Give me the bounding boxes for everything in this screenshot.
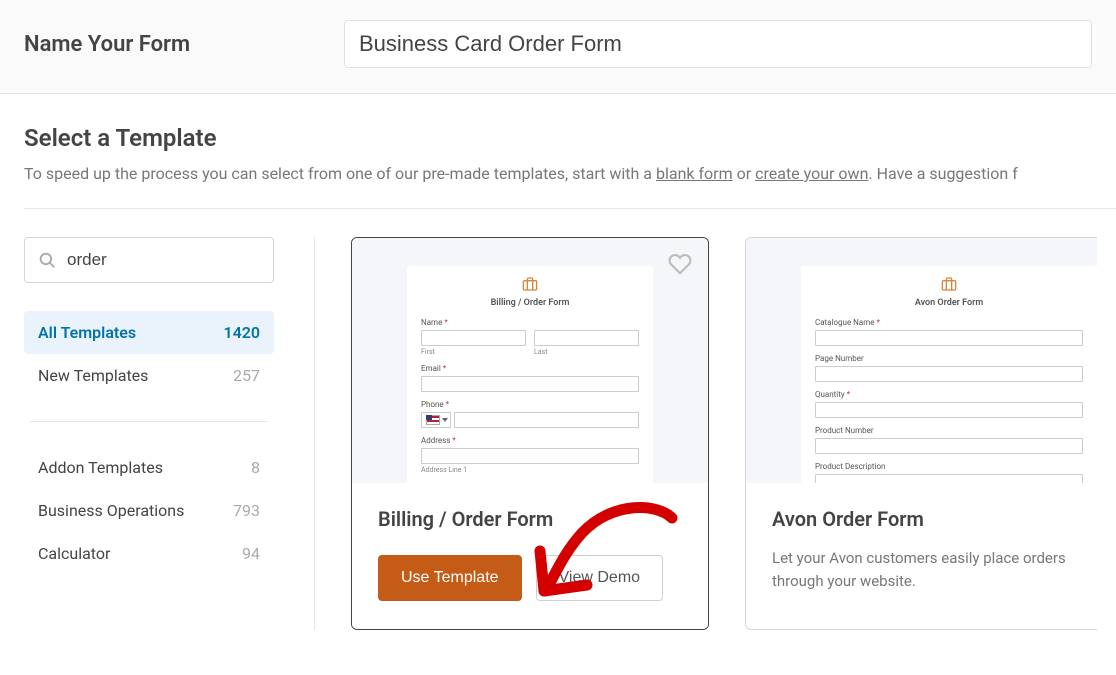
section-subtitle: To speed up the process you can select f… — [24, 164, 1116, 183]
search-icon — [38, 251, 56, 269]
card-preview: Billing / Order Form Name * First Last E… — [352, 238, 708, 483]
briefcase-icon — [522, 276, 538, 292]
category-divider — [30, 421, 268, 422]
category-count: 793 — [233, 501, 260, 520]
template-search-input[interactable] — [24, 237, 274, 283]
category-label: Addon Templates — [38, 458, 163, 477]
category-count: 257 — [233, 366, 260, 385]
category-new-templates[interactable]: New Templates 257 — [24, 354, 274, 397]
category-label: All Templates — [38, 323, 136, 342]
card-preview: Avon Order Form Catalogue Name * Page Nu… — [746, 238, 1097, 483]
template-grid: Billing / Order Form Name * First Last E… — [314, 237, 1116, 630]
create-own-link[interactable]: create your own — [755, 164, 868, 183]
sidebar: All Templates 1420 New Templates 257 Add… — [24, 237, 314, 630]
divider — [24, 208, 1116, 209]
form-name-label: Name Your Form — [24, 32, 344, 57]
card-description: Let your Avon customers easily place ord… — [772, 547, 1071, 592]
category-count: 94 — [242, 544, 260, 563]
category-count: 1420 — [223, 323, 260, 342]
category-label: Business Operations — [38, 501, 184, 520]
briefcase-icon — [941, 276, 957, 292]
view-demo-button[interactable]: View Demo — [536, 555, 664, 601]
header-bar: Name Your Form — [0, 0, 1116, 94]
form-name-input[interactable] — [344, 20, 1092, 68]
form-preview: Billing / Order Form Name * First Last E… — [407, 266, 653, 483]
template-card-avon-order[interactable]: Avon Order Form Catalogue Name * Page Nu… — [745, 237, 1097, 630]
section-title: Select a Template — [24, 124, 1116, 152]
template-card-billing-order[interactable]: Billing / Order Form Name * First Last E… — [351, 237, 709, 630]
category-count: 8 — [251, 458, 260, 477]
card-title: Billing / Order Form — [378, 507, 682, 531]
card-title: Avon Order Form — [772, 507, 1071, 531]
use-template-button[interactable]: Use Template — [378, 555, 522, 601]
form-preview: Avon Order Form Catalogue Name * Page Nu… — [801, 266, 1097, 483]
blank-form-link[interactable]: blank form — [656, 164, 733, 183]
category-addon-templates[interactable]: Addon Templates 8 — [24, 446, 274, 489]
category-all-templates[interactable]: All Templates 1420 — [24, 311, 274, 354]
category-label: Calculator — [38, 544, 110, 563]
favorite-button[interactable] — [668, 252, 692, 280]
category-calculator[interactable]: Calculator 94 — [24, 532, 274, 575]
heart-icon — [668, 252, 692, 276]
category-business-operations[interactable]: Business Operations 793 — [24, 489, 274, 532]
category-label: New Templates — [38, 366, 148, 385]
